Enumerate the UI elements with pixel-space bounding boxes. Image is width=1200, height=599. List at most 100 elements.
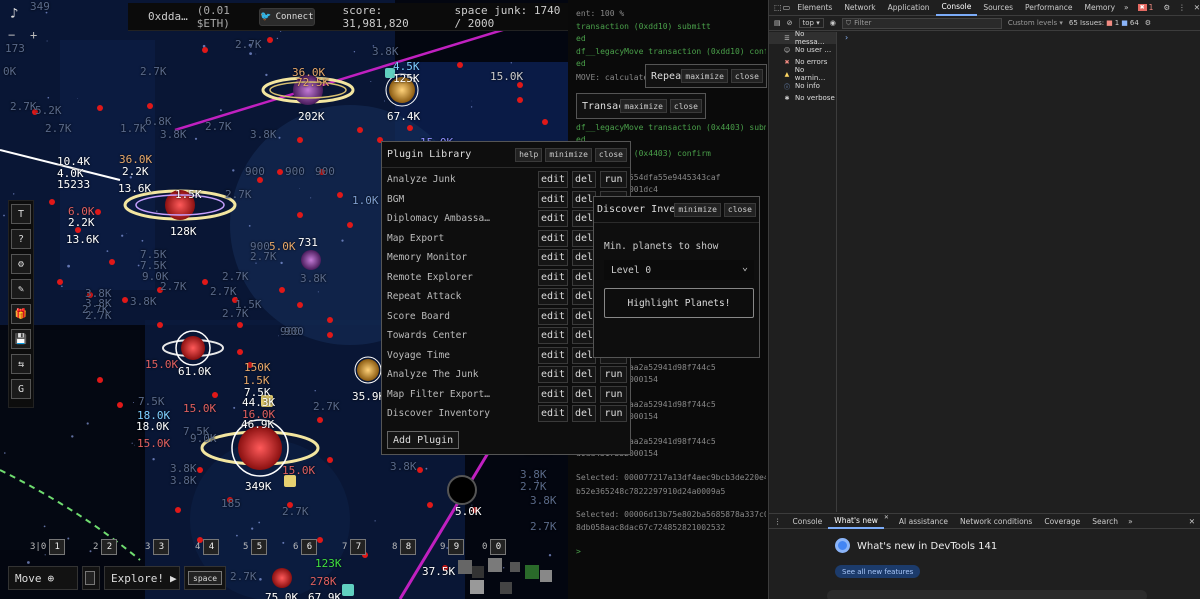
asteroid[interactable] <box>97 105 103 111</box>
edit-plugin-button[interactable]: edit <box>538 249 568 267</box>
edit-plugin-button[interactable]: edit <box>538 405 568 423</box>
asteroid[interactable] <box>49 199 55 205</box>
asteroid[interactable] <box>317 417 323 423</box>
delete-plugin-button[interactable]: del <box>572 366 596 384</box>
edit-plugin-button[interactable]: edit <box>538 307 568 325</box>
window-header[interactable]: Discover Inventor minimize close <box>594 197 759 223</box>
clear-console-icon[interactable]: ⊘ <box>787 19 793 27</box>
gift-icon[interactable]: 🎁 <box>11 304 31 324</box>
asteroid[interactable] <box>542 119 548 125</box>
asteroid[interactable] <box>297 302 303 308</box>
asteroid[interactable] <box>157 322 163 328</box>
delete-plugin-button[interactable]: del <box>572 405 596 423</box>
asteroid[interactable] <box>267 37 273 43</box>
sidebar-toggle-icon[interactable]: ▤ <box>774 19 781 27</box>
add-plugin-button[interactable]: Add Plugin <box>387 431 460 449</box>
transfer-icon[interactable]: ⇆ <box>11 354 31 374</box>
asteroid[interactable] <box>457 62 463 68</box>
asteroid[interactable] <box>407 125 413 131</box>
devtools-tab-performance[interactable]: Performance <box>1019 0 1079 16</box>
move-hotkey[interactable] <box>82 566 100 590</box>
edit-plugin-button[interactable]: edit <box>538 366 568 384</box>
close-button[interactable]: close <box>730 69 763 83</box>
devtools-tab-application[interactable]: Application <box>882 0 936 16</box>
console-filter-item[interactable]: ☺ No user … <box>769 44 836 56</box>
drawer-tab[interactable]: What's new <box>828 514 884 529</box>
asteroid[interactable] <box>147 103 153 109</box>
console-filter-item[interactable]: ⓘ No info <box>769 80 836 92</box>
asteroid[interactable] <box>212 392 218 398</box>
asteroid[interactable] <box>122 297 128 303</box>
close-devtools-icon[interactable]: ✕ <box>1194 3 1200 12</box>
zoom-in-icon[interactable]: + <box>30 28 37 42</box>
music-icon[interactable]: ♪ <box>10 6 18 22</box>
hotkey-slot[interactable]: 00 <box>482 539 507 555</box>
devtools-tab-memory[interactable]: Memory <box>1079 0 1122 16</box>
minimize-button[interactable]: minimize <box>545 147 592 162</box>
close-drawer-icon[interactable]: ✕ <box>1189 517 1195 526</box>
devtools-tab-sources[interactable]: Sources <box>977 0 1019 16</box>
asteroid[interactable] <box>202 279 208 285</box>
hotkey-slot[interactable]: 77 <box>342 539 367 555</box>
asteroid[interactable] <box>327 457 333 463</box>
repeat-attack-window[interactable]: Repeat A maximize close <box>645 64 767 88</box>
console-filter-item[interactable]: ☰ No messa… <box>769 30 836 46</box>
asteroid[interactable] <box>327 317 333 323</box>
edit-plugin-button[interactable]: edit <box>538 327 568 345</box>
console-prompt[interactable]: › <box>845 33 848 42</box>
more-drawer-tabs-icon[interactable]: » <box>1124 517 1137 526</box>
planet[interactable] <box>354 356 382 384</box>
explore-button[interactable]: Explore! ▶ <box>104 566 180 590</box>
more-tabs-icon[interactable]: » <box>1121 3 1132 12</box>
asteroid[interactable] <box>175 507 181 513</box>
asteroid[interactable] <box>297 212 303 218</box>
hotkey-slot[interactable]: 22 <box>93 539 118 555</box>
maximize-button[interactable]: maximize <box>681 69 728 83</box>
devtools-tab-elements[interactable]: Elements <box>791 0 838 16</box>
asteroid[interactable] <box>347 222 353 228</box>
delete-plugin-button[interactable]: del <box>572 385 596 403</box>
device-toolbar-icon[interactable]: ▭ <box>783 3 792 12</box>
asteroid[interactable] <box>357 127 363 133</box>
transactions-window[interactable]: Transactio maximize close <box>576 93 706 119</box>
close-button[interactable]: close <box>669 99 702 113</box>
hotkey-slot[interactable]: 66 <box>293 539 318 555</box>
level-select[interactable]: Level 0 ⌄ <box>604 260 754 280</box>
move-button[interactable]: Move ⊕ <box>8 566 78 590</box>
hotkey-slot[interactable]: 99 <box>440 539 465 555</box>
asteroid[interactable] <box>202 47 208 53</box>
highlight-planets-button[interactable]: Highlight Planets! <box>604 288 754 318</box>
console-settings-icon[interactable]: ⚙ <box>1145 19 1151 27</box>
context-select[interactable]: top ▾ <box>798 18 824 28</box>
minimize-button[interactable]: minimize <box>674 202 721 217</box>
asteroid[interactable] <box>427 502 433 508</box>
plugins-icon[interactable]: ✎ <box>11 279 31 299</box>
drawer-tab[interactable]: Search <box>1086 514 1124 529</box>
devtools-tab-console[interactable]: Console <box>935 0 978 16</box>
asteroid[interactable] <box>417 467 423 473</box>
asteroid[interactable] <box>95 209 101 215</box>
drawer-menu-icon[interactable]: ⋮ <box>769 517 787 526</box>
drawer-tab[interactable]: Network conditions <box>954 514 1038 529</box>
settings-icon[interactable]: ⚙ <box>11 254 31 274</box>
console-filter-item[interactable]: ▲ No warnin… <box>769 66 836 82</box>
edit-plugin-button[interactable]: edit <box>538 288 568 306</box>
edit-plugin-button[interactable]: edit <box>538 190 568 208</box>
hotkey-slot[interactable]: 33 <box>145 539 170 555</box>
console-filter-item[interactable]: ✱ No verbose <box>769 92 836 104</box>
asteroid[interactable] <box>109 259 115 265</box>
asteroid[interactable] <box>297 137 303 143</box>
run-plugin-button[interactable]: run <box>600 385 627 403</box>
maximize-button[interactable]: maximize <box>620 99 667 113</box>
issues-counter[interactable]: 65 Issues: ■ 1 ■ 64 <box>1069 19 1139 27</box>
edit-plugin-button[interactable]: edit <box>538 268 568 286</box>
edit-plugin-button[interactable]: edit <box>538 210 568 228</box>
hotkey-slot[interactable]: 44 <box>195 539 220 555</box>
asteroid[interactable] <box>197 467 203 473</box>
delete-plugin-button[interactable]: del <box>572 171 596 189</box>
planet[interactable] <box>301 250 321 270</box>
drawer-tab[interactable]: Coverage <box>1038 514 1086 529</box>
inspect-icon[interactable]: ⬚ <box>774 3 783 12</box>
asteroid[interactable] <box>279 287 285 293</box>
asteroid[interactable] <box>317 537 323 543</box>
